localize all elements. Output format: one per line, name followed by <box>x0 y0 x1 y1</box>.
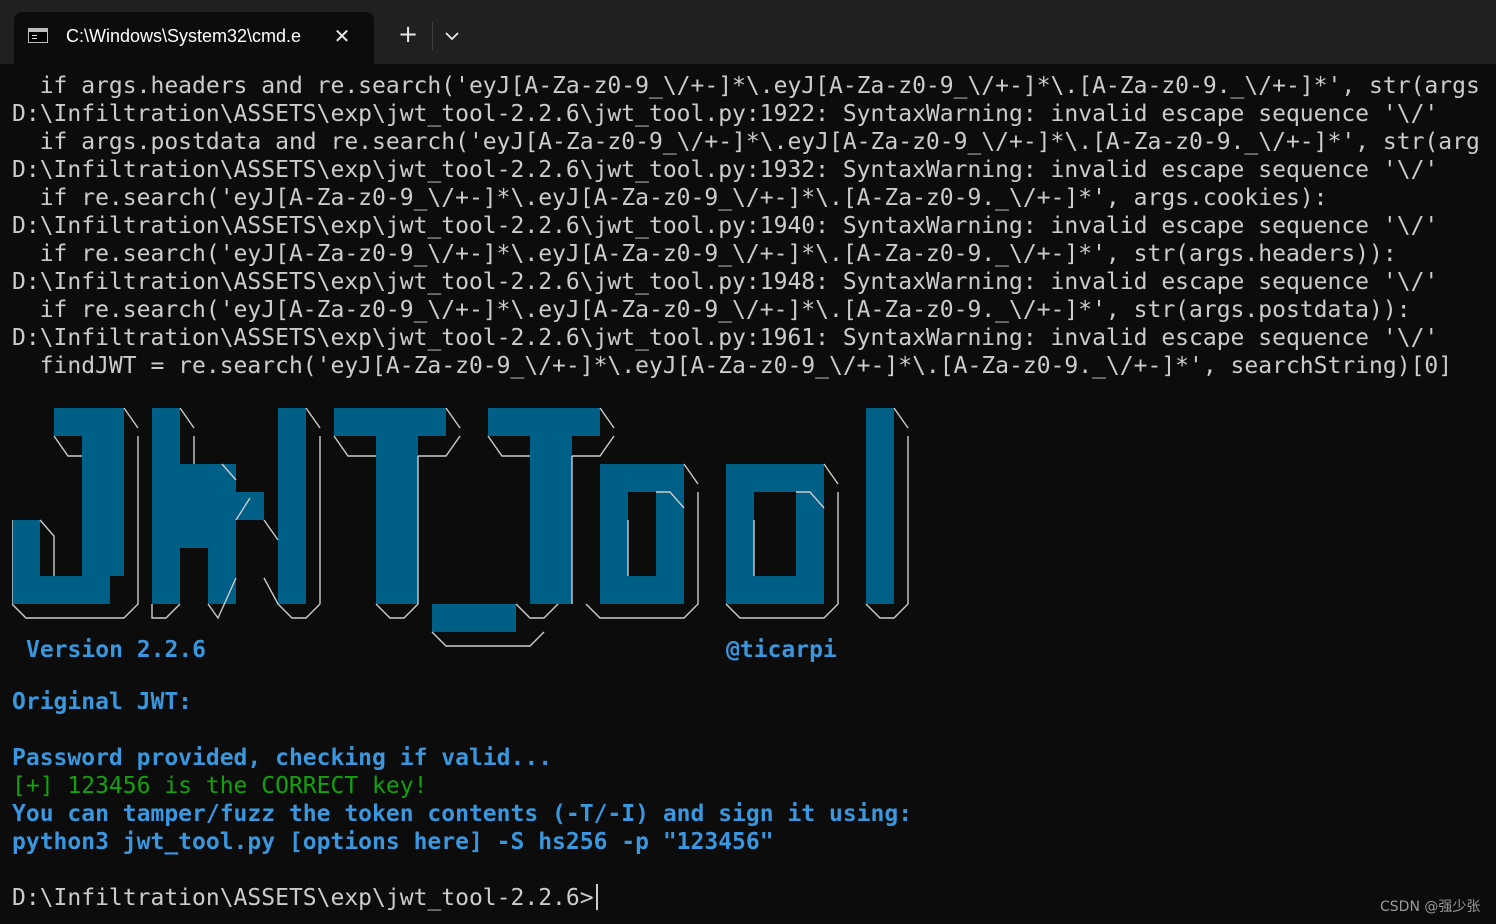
password-message: Password provided, checking if valid... <box>12 745 553 771</box>
success-message: [+] 123456 is the CORRECT key! <box>12 773 428 799</box>
tab-divider <box>432 22 433 50</box>
command-prompt: D:\Infiltration\ASSETS\exp\jwt_tool-2.2.… <box>12 885 594 911</box>
logo-blocks <box>12 408 909 647</box>
chevron-down-icon[interactable] <box>440 24 464 48</box>
terminal-tab[interactable]: C:\Windows\System32\cmd.e ✕ <box>14 12 374 64</box>
text-cursor <box>595 884 598 910</box>
title-bar: C:\Windows\System32\cmd.e ✕ + <box>0 0 1496 64</box>
logo-fill <box>12 408 894 632</box>
original-jwt-label: Original JWT: <box>12 689 193 715</box>
warning-line: D:\Infiltration\ASSETS\exp\jwt_tool-2.2.… <box>12 213 1439 239</box>
tab-title: C:\Windows\System32\cmd.e <box>66 26 302 46</box>
version-label: Version 2.2.6 <box>26 637 207 663</box>
warning-line: D:\Infiltration\ASSETS\exp\jwt_tool-2.2.… <box>12 325 1439 351</box>
warning-line: findJWT = re.search('eyJ[A-Za-z0-9_\/+-]… <box>12 353 1453 379</box>
author-label: @ticarpi <box>726 637 837 663</box>
sign-command: python3 jwt_tool.py [options here] -S hs… <box>12 829 774 855</box>
watermark: CSDN @强少张 <box>1380 899 1481 915</box>
warning-line: if re.search('eyJ[A-Za-z0-9_\/+-]*\.eyJ[… <box>12 185 1328 211</box>
warning-line: if args.postdata and re.search('eyJ[A-Za… <box>12 129 1480 155</box>
warning-line: if re.search('eyJ[A-Za-z0-9_\/+-]*\.eyJ[… <box>12 297 1411 323</box>
prompt-line[interactable]: D:\Infiltration\ASSETS\exp\jwt_tool-2.2.… <box>12 884 1496 912</box>
new-tab-button[interactable]: + <box>394 20 422 48</box>
terminal-output[interactable]: if args.headers and re.search('eyJ[A-Za-… <box>12 72 1496 924</box>
terminal-icon <box>28 28 48 43</box>
warning-line: D:\Infiltration\ASSETS\exp\jwt_tool-2.2.… <box>12 157 1439 183</box>
close-icon[interactable]: ✕ <box>330 24 354 48</box>
warning-line: D:\Infiltration\ASSETS\exp\jwt_tool-2.2.… <box>12 101 1439 127</box>
tamper-hint: You can tamper/fuzz the token contents (… <box>12 801 913 827</box>
jwt-tool-ascii-logo: Version 2.2.6 @ticarpi <box>12 408 1496 663</box>
warning-line: if args.headers and re.search('eyJ[A-Za-… <box>12 73 1480 99</box>
warning-line: D:\Infiltration\ASSETS\exp\jwt_tool-2.2.… <box>12 269 1439 295</box>
warning-line: if re.search('eyJ[A-Za-z0-9_\/+-]*\.eyJ[… <box>12 241 1397 267</box>
